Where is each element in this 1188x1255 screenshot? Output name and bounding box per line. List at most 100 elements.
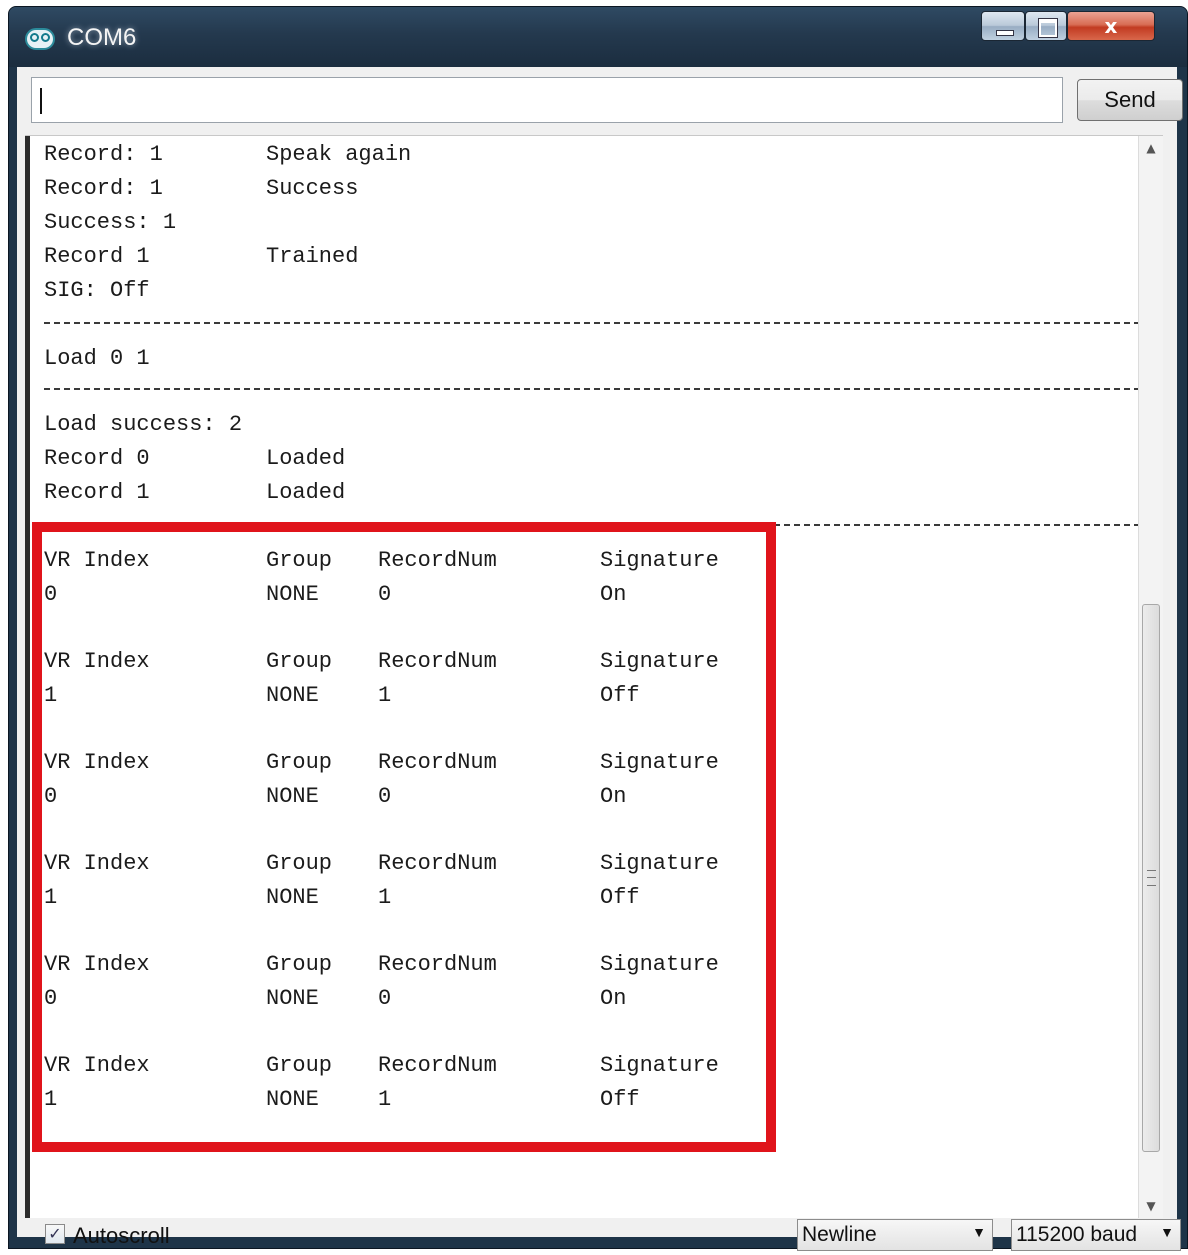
- output-line: Success: 1: [44, 206, 1144, 240]
- header-group: Group: [266, 649, 333, 674]
- header-vr-index: VR Index: [44, 548, 150, 573]
- header-group: Group: [266, 952, 333, 977]
- cell-signature: On: [600, 986, 627, 1011]
- output-line-text: Load 0 1: [44, 346, 150, 371]
- send-button[interactable]: Send: [1077, 79, 1183, 121]
- autoscroll-label[interactable]: Autoscroll: [73, 1223, 170, 1249]
- header-signature: Signature: [600, 952, 719, 977]
- header-group: Group: [266, 851, 333, 876]
- cell-recordnum: 1: [378, 885, 392, 910]
- table-header-row: VR Index Group RecordNum Signature: [44, 746, 1144, 780]
- cell-signature: On: [600, 784, 627, 809]
- table-header-row: VR Index Group RecordNum Signature: [44, 1049, 1144, 1083]
- close-icon: x: [1104, 14, 1118, 38]
- cell-group: NONE: [266, 885, 319, 910]
- cell-group: NONE: [266, 683, 319, 708]
- maximize-icon: [1038, 18, 1058, 38]
- cell-signature: Off: [600, 885, 640, 910]
- header-group: Group: [266, 750, 333, 775]
- separator-line: [44, 524, 1140, 526]
- table-header-row: VR Index Group RecordNum Signature: [44, 847, 1144, 881]
- header-group: Group: [266, 1053, 333, 1078]
- cell-recordnum: 1: [378, 683, 392, 708]
- table-row: 1 NONE 1 Off: [44, 679, 1144, 713]
- bottom-bar: ✓ Autoscroll Newline ▼ 115200 baud ▼: [17, 1217, 1181, 1255]
- cell-signature: On: [600, 582, 627, 607]
- output-text-area: Record: 1 Speak again Record: 1 Success …: [25, 136, 1140, 1218]
- output-line: Record: 1 Speak again: [44, 138, 1144, 172]
- cell-recordnum: 1: [378, 1087, 392, 1112]
- header-recordnum: RecordNum: [378, 750, 497, 775]
- output-line-text: Record 1: [44, 480, 150, 505]
- chevron-down-icon: ▼: [972, 1224, 986, 1240]
- header-signature: Signature: [600, 851, 719, 876]
- header-vr-index: VR Index: [44, 750, 150, 775]
- cell-vr-index: 1: [44, 885, 58, 910]
- output-line-text: Record: 1: [44, 142, 163, 167]
- header-recordnum: RecordNum: [378, 649, 497, 674]
- cell-signature: Off: [600, 1087, 640, 1112]
- header-signature: Signature: [600, 548, 719, 573]
- table-row: 0 NONE 0 On: [44, 780, 1144, 814]
- header-vr-index: VR Index: [44, 851, 150, 876]
- header-signature: Signature: [600, 649, 719, 674]
- output-line-status: Loaded: [266, 446, 346, 471]
- output-line-status: Success: [266, 176, 359, 201]
- text-caret: [40, 88, 42, 114]
- cell-recordnum: 0: [378, 582, 392, 607]
- header-recordnum: RecordNum: [378, 1053, 497, 1078]
- output-line: SIG: Off: [44, 274, 1144, 308]
- cell-vr-index: 0: [44, 582, 58, 607]
- cell-group: NONE: [266, 986, 319, 1011]
- header-recordnum: RecordNum: [378, 952, 497, 977]
- header-vr-index: VR Index: [44, 649, 150, 674]
- separator-line: [44, 388, 1140, 390]
- window-title: COM6: [67, 24, 137, 51]
- output-line: Record 0 Loaded: [44, 442, 1144, 476]
- separator-line: [44, 322, 1140, 324]
- scroll-down-arrow-icon[interactable]: ▼: [1139, 1194, 1163, 1218]
- table-header-row: VR Index Group RecordNum Signature: [44, 645, 1144, 679]
- output-line: Load 0 1: [44, 342, 1144, 376]
- output-line-status: Trained: [266, 244, 359, 269]
- output-line-status: Speak again: [266, 142, 412, 167]
- cell-group: NONE: [266, 1087, 319, 1112]
- header-signature: Signature: [600, 750, 719, 775]
- cell-recordnum: 0: [378, 986, 392, 1011]
- baud-rate-select[interactable]: 115200 baud ▼: [1011, 1219, 1181, 1251]
- line-ending-select[interactable]: Newline ▼: [797, 1219, 993, 1251]
- header-vr-index: VR Index: [44, 1053, 150, 1078]
- header-signature: Signature: [600, 1053, 719, 1078]
- output-line-text: Record 1: [44, 244, 150, 269]
- output-line: Record: 1 Success: [44, 172, 1144, 206]
- header-recordnum: RecordNum: [378, 548, 497, 573]
- minimize-button[interactable]: [981, 11, 1025, 41]
- header-group: Group: [266, 548, 333, 573]
- arduino-icon: [25, 28, 55, 50]
- output-line-text: Record: 1: [44, 176, 163, 201]
- maximize-button[interactable]: [1025, 11, 1067, 41]
- cell-group: NONE: [266, 582, 319, 607]
- output-line: Load success: 2: [44, 408, 1144, 442]
- client-area: Send Record: 1 Speak again Record: 1 Suc…: [17, 67, 1183, 1251]
- output-line-text: Load success: 2: [44, 412, 243, 437]
- cell-recordnum: 0: [378, 784, 392, 809]
- minimize-icon: [996, 30, 1014, 36]
- cell-signature: Off: [600, 683, 640, 708]
- autoscroll-checkbox[interactable]: ✓: [45, 1224, 65, 1244]
- header-recordnum: RecordNum: [378, 851, 497, 876]
- table-row: 0 NONE 0 On: [44, 578, 1144, 612]
- title-bar[interactable]: COM6 x: [9, 7, 1187, 67]
- serial-output[interactable]: Record: 1 Speak again Record: 1 Success …: [25, 135, 1163, 1218]
- scrollbar-thumb[interactable]: [1142, 604, 1160, 1152]
- table-row: 1 NONE 1 Off: [44, 881, 1144, 915]
- grip-icon: [1147, 870, 1156, 886]
- cell-vr-index: 0: [44, 986, 58, 1011]
- close-button[interactable]: x: [1067, 11, 1155, 41]
- chevron-down-icon: ▼: [1160, 1224, 1174, 1240]
- scroll-up-arrow-icon[interactable]: ▲: [1139, 136, 1163, 160]
- send-input[interactable]: [31, 77, 1063, 123]
- vertical-scrollbar[interactable]: ▲ ▼: [1138, 136, 1163, 1218]
- line-ending-value: Newline: [802, 1223, 877, 1246]
- output-line: Record 1 Loaded: [44, 476, 1144, 510]
